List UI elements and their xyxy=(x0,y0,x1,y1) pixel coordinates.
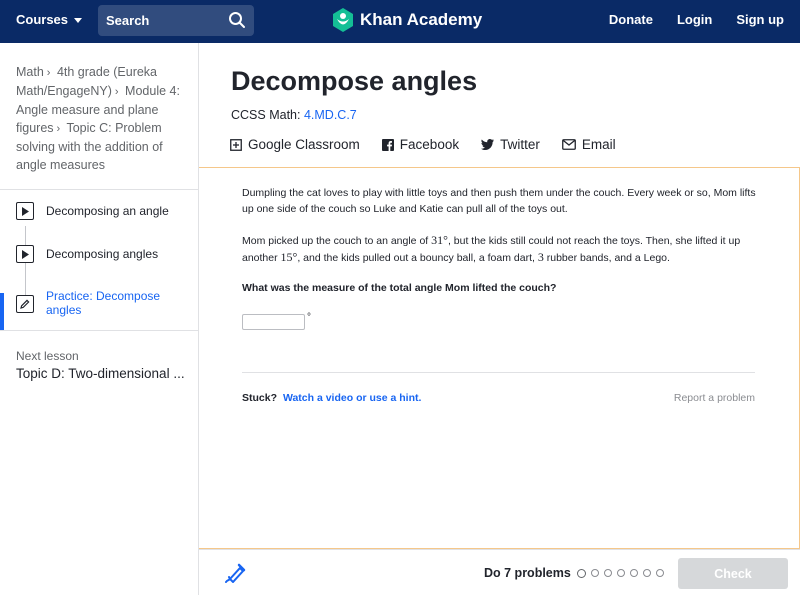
question-text: Mom picked up the couch to an angle of xyxy=(242,235,432,247)
next-lesson-link[interactable]: Topic D: Two-dimensional ... xyxy=(16,366,185,381)
progress-dot xyxy=(630,569,638,577)
sidebar-item-decomposing-an-angle[interactable]: Decomposing an angle xyxy=(0,190,199,232)
sidebar: Math › 4th grade (Eureka Math/EngageNY) › … xyxy=(0,43,199,595)
login-link[interactable]: Login xyxy=(677,12,712,27)
search-icon xyxy=(229,12,245,28)
answer-input[interactable] xyxy=(242,314,305,330)
question-text: rubber bands, and a Lego. xyxy=(543,252,670,264)
progress-dot xyxy=(643,569,651,577)
chevron-down-icon xyxy=(74,17,83,23)
sidebar-divider xyxy=(0,330,199,331)
chevron-right-icon: › xyxy=(114,86,119,98)
angle-value-2: 15° xyxy=(280,250,298,264)
report-problem-link[interactable]: Report a problem xyxy=(674,392,755,404)
progress-dot xyxy=(656,569,664,577)
scratchpad-pencil-icon[interactable] xyxy=(225,563,247,583)
share-label: Facebook xyxy=(399,137,460,152)
exercise-panel: Dumpling the cat loves to play with litt… xyxy=(199,167,800,549)
facebook-icon xyxy=(381,138,394,151)
brand-name: Khan Academy xyxy=(360,10,483,29)
page-title: Decompose angles xyxy=(231,66,478,96)
stuck-hint-row: Stuck? Watch a video or use a hint. xyxy=(242,392,421,404)
twitter-icon xyxy=(481,139,495,150)
play-icon xyxy=(16,202,34,220)
donate-link[interactable]: Donate xyxy=(609,12,653,27)
ccss-label: CCSS Math: xyxy=(231,108,301,122)
sidebar-item-label: Decomposing angles xyxy=(46,247,159,261)
khan-academy-leaf-icon xyxy=(333,8,353,32)
email-icon xyxy=(561,139,576,150)
pencil-icon xyxy=(16,295,34,313)
facebook-share-button[interactable]: Facebook xyxy=(381,137,460,152)
progress-dots xyxy=(577,569,664,578)
question-paragraph-2: Mom picked up the couch to an angle of 3… xyxy=(242,232,762,266)
share-label: Email xyxy=(581,137,616,152)
play-icon xyxy=(16,245,34,263)
twitter-share-button[interactable]: Twitter xyxy=(481,137,540,152)
check-button[interactable]: Check xyxy=(678,558,788,589)
next-lesson-label: Next lesson xyxy=(16,349,79,363)
progress-dot xyxy=(577,569,586,578)
share-label: Google Classroom xyxy=(248,137,360,152)
watch-video-hint-link[interactable]: Watch a video or use a hint. xyxy=(283,392,421,404)
question-prompt: What was the measure of the total angle … xyxy=(242,282,557,294)
email-share-button[interactable]: Email xyxy=(561,137,616,152)
progress-dot xyxy=(604,569,612,577)
chevron-right-icon: › xyxy=(56,123,61,135)
courses-menu-button[interactable]: Courses xyxy=(16,12,83,27)
google-classroom-icon xyxy=(230,138,242,151)
breadcrumb-math[interactable]: Math xyxy=(16,65,44,79)
ccss-standard: CCSS Math: 4.MD.C.7 xyxy=(231,108,357,122)
angle-value-1: 31° xyxy=(431,233,448,247)
google-classroom-share-button[interactable]: Google Classroom xyxy=(230,137,360,152)
share-bar: Google Classroom Facebook Twitter Email xyxy=(230,137,616,152)
progress-dot xyxy=(591,569,599,577)
sign-up-link[interactable]: Sign up xyxy=(736,12,784,27)
question-text: , and the kids pulled out a bouncy ball,… xyxy=(297,252,538,264)
chevron-right-icon: › xyxy=(46,67,51,79)
top-navigation-bar: Courses Search Khan Academy Donate Login… xyxy=(0,0,800,43)
search-input[interactable]: Search xyxy=(98,5,254,36)
breadcrumb: Math › 4th grade (Eureka Math/EngageNY) › … xyxy=(16,63,188,174)
question-paragraph-1: Dumpling the cat loves to play with litt… xyxy=(242,187,756,215)
courses-label: Courses xyxy=(16,12,69,27)
khan-academy-logo[interactable]: Khan Academy xyxy=(332,8,482,32)
sidebar-item-label: Decomposing an angle xyxy=(46,204,169,218)
sidebar-item-practice-decompose-angles[interactable]: Practice: Decompose angles xyxy=(0,285,199,331)
progress-dot xyxy=(617,569,625,577)
sidebar-item-label: Practice: Decompose angles xyxy=(46,289,161,317)
sidebar-item-decomposing-angles[interactable]: Decomposing angles xyxy=(0,233,199,275)
problem-count-label: Do 7 problems xyxy=(484,566,571,580)
exercise-divider xyxy=(242,372,755,373)
share-label: Twitter xyxy=(500,137,540,152)
exercise-footer: Do 7 problems Check xyxy=(199,549,800,595)
degree-symbol: ° xyxy=(307,312,311,323)
stuck-label: Stuck? xyxy=(242,392,278,404)
ccss-code-link[interactable]: 4.MD.C.7 xyxy=(304,108,357,122)
search-label: Search xyxy=(106,13,150,28)
